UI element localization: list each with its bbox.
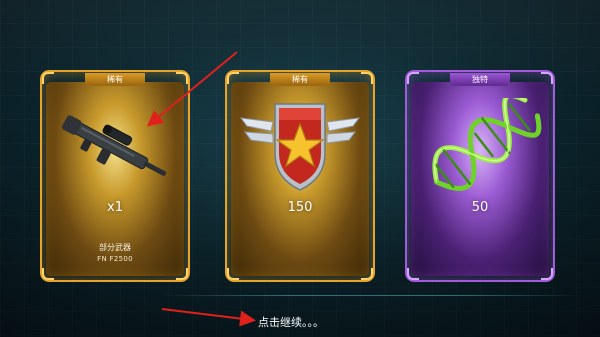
frame-corner bbox=[227, 72, 239, 84]
reward-card-weapon[interactable]: 稀有 x1 部分武器 FN F2500 bbox=[40, 70, 190, 282]
frame-corner bbox=[361, 268, 373, 280]
tap-to-continue-button[interactable]: 点击继续。。。 bbox=[258, 314, 324, 330]
rarity-tag: 稀有 bbox=[270, 73, 330, 86]
frame-corner bbox=[176, 268, 188, 280]
frame-corner bbox=[42, 268, 54, 280]
frame-corner bbox=[541, 268, 553, 280]
frame-corner bbox=[361, 72, 373, 84]
frame-corner bbox=[407, 268, 419, 280]
reward-subname: FN F2500 bbox=[97, 255, 133, 263]
reward-quantity: 50 bbox=[471, 200, 489, 215]
frame-corner bbox=[176, 72, 188, 84]
reward-card-badge[interactable]: 稀有 150 bbox=[225, 70, 375, 282]
frame-corner bbox=[541, 72, 553, 84]
frame-corner bbox=[42, 72, 54, 84]
reward-card-dna[interactable]: 独特 50 bbox=[405, 70, 555, 282]
frame-corner bbox=[407, 72, 419, 84]
rarity-tag: 稀有 bbox=[85, 73, 145, 86]
reward-quantity: x1 bbox=[107, 200, 123, 215]
rarity-tag: 独特 bbox=[450, 73, 510, 86]
dna-helix-icon bbox=[405, 98, 555, 198]
star-rank-badge-icon bbox=[225, 98, 375, 198]
frame-corner bbox=[227, 268, 239, 280]
assault-rifle-icon bbox=[40, 98, 190, 198]
reward-name: 部分武器 bbox=[99, 243, 131, 252]
reward-quantity: 150 bbox=[287, 200, 313, 215]
footer-divider bbox=[162, 295, 582, 296]
